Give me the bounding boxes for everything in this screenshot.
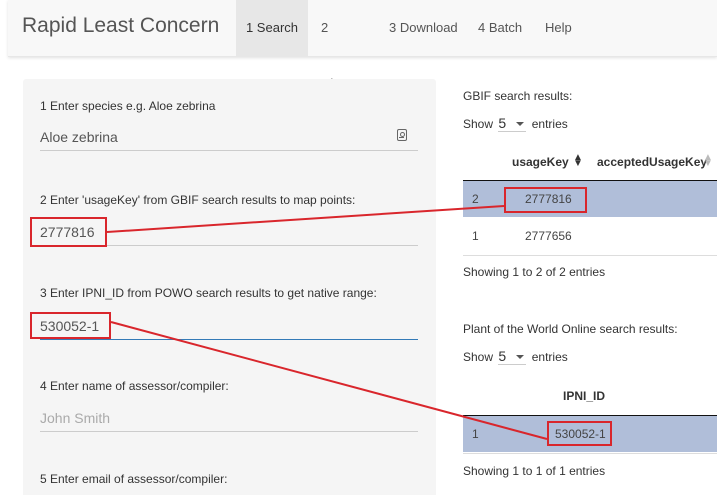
- gbif-table-info: Showing 1 to 2 of 2 entries: [463, 265, 606, 279]
- tab-batch[interactable]: 4 Batch: [478, 0, 526, 56]
- usagekey-label: 2 Enter 'usageKey' from GBIF search resu…: [40, 193, 356, 207]
- sort-asc-icon: ▲ ▼: [573, 152, 583, 169]
- powo-page-length: Show 5 entries: [463, 348, 568, 365]
- gbif-usagekey-highlight: [504, 187, 587, 213]
- tab-clean[interactable]: 2 Clean: [321, 0, 363, 91]
- powo-col-ipni[interactable]: IPNI_ID: [563, 389, 605, 403]
- ipni-label: 3 Enter IPNI_ID from POWO search results…: [40, 286, 377, 300]
- table-row[interactable]: 2 2777816: [463, 181, 717, 217]
- email-label: 5 Enter email of assessor/compiler:: [40, 472, 228, 486]
- species-input[interactable]: [40, 124, 418, 151]
- gbif-col-acceptedusagekey[interactable]: acceptedUsageKey: [597, 155, 707, 169]
- navbar: Rapid Least Concern 1 Search 2 Clean 3 D…: [8, 0, 717, 91]
- powo-table-info: Showing 1 to 1 of 1 entries: [463, 464, 606, 478]
- gbif-results-title: GBIF search results:: [463, 89, 573, 103]
- species-label: 1 Enter species e.g. Aloe zebrina: [40, 99, 216, 113]
- caret-down-icon: [516, 122, 525, 126]
- powo-show-prefix: Show: [463, 350, 494, 364]
- gbif-table-bottom-line: [463, 255, 717, 256]
- tab-download[interactable]: 3 Download: [389, 0, 459, 56]
- row-index: 1: [472, 427, 479, 441]
- gbif-page-length-select[interactable]: 5: [498, 115, 527, 132]
- tab-search[interactable]: 1 Search: [236, 0, 308, 56]
- gbif-show-prefix: Show: [463, 117, 494, 131]
- tab-help[interactable]: Help: [545, 0, 575, 56]
- gbif-page-length: Show 5 entries: [463, 115, 568, 132]
- row-index: 2: [472, 192, 479, 206]
- powo-ipni-highlight: [547, 421, 612, 446]
- usagekey-input-highlight: [30, 217, 107, 247]
- table-row[interactable]: 1 2777656: [463, 218, 717, 254]
- sort-both-icon: ▲ ▼: [703, 152, 713, 169]
- assessor-label: 4 Enter name of assessor/compiler:: [40, 379, 229, 393]
- gbif-col-usagekey[interactable]: usageKey: [512, 155, 569, 169]
- gbif-page-length-value: 5: [498, 115, 507, 131]
- powo-page-length-select[interactable]: 5: [498, 348, 527, 365]
- row-usagekey: 2777656: [525, 229, 572, 243]
- search-form-panel: 1 Enter species e.g. Aloe zebrina 2 Ente…: [23, 79, 436, 495]
- powo-show-suffix: entries: [531, 350, 568, 364]
- contact-card-icon[interactable]: [397, 129, 407, 141]
- row-index: 1: [472, 229, 479, 243]
- ipni-input-highlight: [30, 312, 111, 339]
- assessor-input[interactable]: [40, 405, 418, 432]
- powo-page-length-value: 5: [498, 348, 507, 364]
- powo-results-title: Plant of the World Online search results…: [463, 322, 678, 336]
- app-title[interactable]: Rapid Least Concern: [22, 14, 219, 38]
- powo-table-bottom-line: [463, 453, 717, 454]
- gbif-show-suffix: entries: [531, 117, 568, 131]
- caret-down-icon: [516, 355, 525, 359]
